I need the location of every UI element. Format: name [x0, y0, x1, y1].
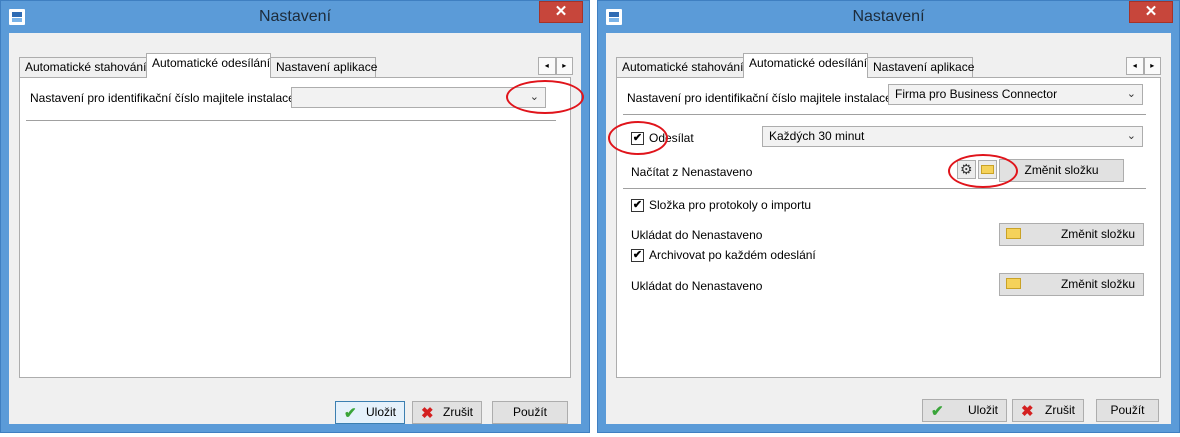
- annotation-circle: [608, 121, 668, 155]
- tab-panel: Nastavení pro identifikační číslo majite…: [19, 77, 571, 378]
- annotation-circle: [506, 80, 584, 114]
- save-button-label: Uložit: [365, 405, 396, 419]
- settings-window-right: Nastavení ✕ Automatické stahování Automa…: [597, 0, 1180, 433]
- tab-app-settings[interactable]: Nastavení aplikace: [867, 57, 974, 77]
- close-button[interactable]: ✕: [1129, 1, 1173, 23]
- window-title: Nastavení: [258, 8, 332, 25]
- change-folder-label: Změnit složku: [1060, 227, 1135, 241]
- folder-icon: [1006, 228, 1021, 239]
- tab-automatic-send[interactable]: Automatické odesílání: [146, 53, 271, 78]
- close-button[interactable]: ✕: [539, 1, 583, 23]
- tab-app-settings[interactable]: Nastavení aplikace: [270, 57, 377, 77]
- tab-panel: Nastavení pro identifikační číslo majite…: [616, 77, 1161, 378]
- arrow-left-icon[interactable]: ◂: [1126, 57, 1144, 75]
- dialog-body: Automatické stahování Automatické odesíl…: [606, 33, 1171, 424]
- separator: [623, 188, 1146, 189]
- save-to-label: Ukládat do Nenastaveno: [631, 228, 763, 242]
- arrow-right-icon[interactable]: ▸: [1143, 57, 1161, 75]
- title-bar[interactable]: Nastavení ✕: [1, 1, 589, 33]
- cross-icon: ✖: [421, 405, 434, 422]
- import-log-label: Složka pro protokoly o importu: [649, 198, 812, 212]
- chevron-down-icon: ⌄: [1126, 88, 1136, 100]
- checkmark-icon: ✔: [344, 405, 357, 422]
- cancel-button-label: Zrušit: [443, 405, 473, 419]
- import-log-checkbox[interactable]: ✔: [631, 199, 644, 212]
- cancel-button[interactable]: ✖ Zrušit: [1012, 399, 1084, 422]
- cross-icon: ✖: [1021, 403, 1034, 420]
- chevron-down-icon: ⌄: [1126, 130, 1136, 142]
- dialog-body: Automatické stahování Automatické odesíl…: [9, 33, 581, 424]
- cancel-button[interactable]: ✖ Zrušit: [412, 401, 482, 424]
- send-interval-select[interactable]: Každých 30 minut ⌄: [762, 126, 1143, 147]
- tab-automatic-download[interactable]: Automatické stahování: [19, 57, 147, 77]
- arrow-right-icon[interactable]: ▸: [555, 57, 573, 75]
- save-button-label: Uložit: [967, 403, 998, 417]
- archive-checkbox[interactable]: ✔: [631, 249, 644, 262]
- apply-button[interactable]: Použít: [1096, 399, 1159, 422]
- owner-id-select-value: Firma pro Business Connector: [895, 87, 1058, 101]
- folder-icon: [1006, 278, 1021, 289]
- load-from-label: Načítat z Nenastaveno: [631, 165, 753, 179]
- tab-scroll-arrows: ◂ ▸: [538, 57, 573, 75]
- save-button[interactable]: ✔ Uložit: [335, 401, 405, 424]
- checkmark-icon: ✔: [931, 403, 944, 420]
- owner-id-label: Nastavení pro identifikační číslo majite…: [30, 91, 295, 105]
- tab-scroll-arrows: ◂ ▸: [1126, 57, 1161, 75]
- owner-id-select[interactable]: Firma pro Business Connector ⌄: [888, 84, 1143, 105]
- send-interval-value: Každých 30 minut: [769, 129, 865, 143]
- tab-automatic-download[interactable]: Automatické stahování: [616, 57, 744, 77]
- cancel-button-label: Zrušit: [1045, 403, 1075, 417]
- owner-id-label: Nastavení pro identifikační číslo majite…: [627, 91, 892, 105]
- settings-window-left: Nastavení ✕ Automatické stahování Automa…: [0, 0, 590, 433]
- window-title: Nastavení: [852, 8, 925, 25]
- apply-button[interactable]: Použít: [492, 401, 568, 424]
- change-folder-button[interactable]: Změnit složku: [999, 223, 1144, 246]
- save-button[interactable]: ✔ Uložit: [922, 399, 1007, 422]
- separator: [26, 120, 556, 121]
- change-folder-label: Změnit složku: [1060, 277, 1135, 291]
- save-to-label: Ukládat do Nenastaveno: [631, 279, 763, 293]
- annotation-circle: [948, 154, 1018, 188]
- arrow-left-icon[interactable]: ◂: [538, 57, 556, 75]
- archive-label: Archivovat po každém odeslání: [649, 248, 816, 262]
- separator: [623, 114, 1146, 115]
- change-folder-button[interactable]: Změnit složku: [999, 273, 1144, 296]
- title-bar[interactable]: Nastavení ✕: [598, 1, 1179, 33]
- tab-automatic-send[interactable]: Automatické odesílání: [743, 53, 868, 78]
